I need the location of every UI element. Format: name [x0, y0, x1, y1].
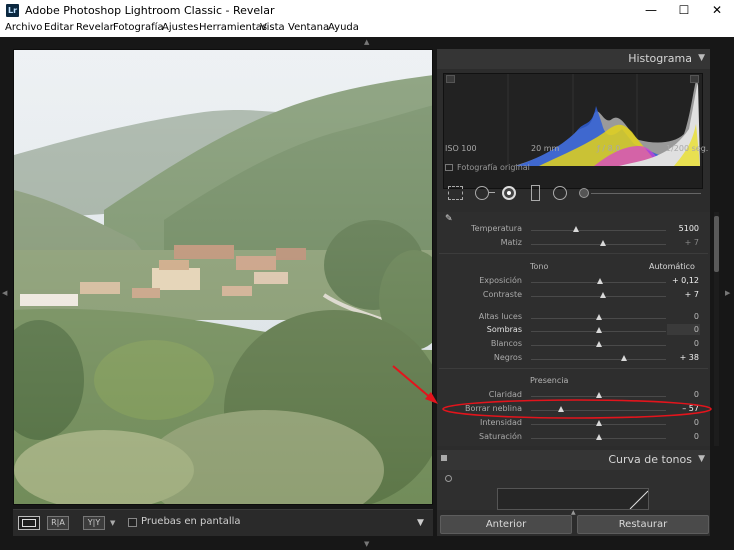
annotation-overlay [392, 365, 712, 419]
annotation-arrow [392, 365, 433, 400]
lightroom-window: Lr Adobe Photoshop Lightroom Classic - R… [0, 0, 734, 550]
annotation-ellipse [442, 399, 712, 419]
